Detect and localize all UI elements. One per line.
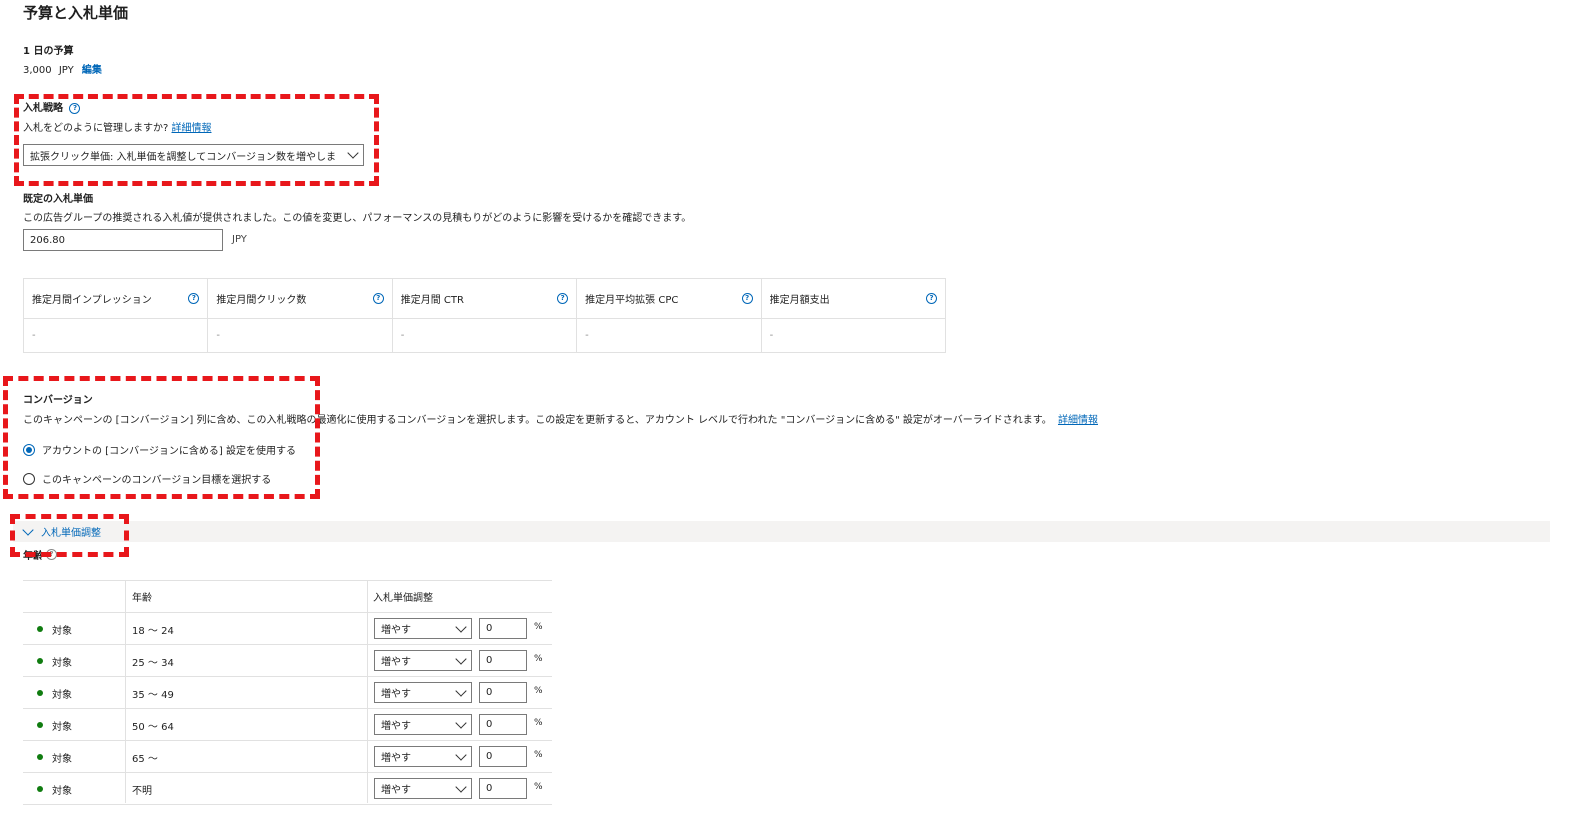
age-range: 不明: [132, 786, 152, 797]
adjustment-direction-select[interactable]: 増やす: [374, 778, 472, 799]
adjustment-direction-select[interactable]: 増やす: [374, 650, 472, 671]
chevron-down-icon: [455, 780, 467, 793]
estimates-header-row: 推定月間インプレッション ? 推定月間クリック数 ? 推定月間 CTR ? 推定…: [22, 278, 947, 319]
status-dot: [37, 690, 43, 696]
question-circle-icon[interactable]: ?: [372, 293, 384, 304]
age-column-header: 年齢: [132, 593, 152, 604]
adjustment-percent-input[interactable]: 0: [479, 650, 527, 671]
age-range: 25 〜 34: [132, 658, 174, 669]
highlight-box-bid-strategy: [14, 94, 379, 186]
chevron-down-icon: [455, 748, 467, 761]
chevron-down-icon: [455, 652, 467, 665]
highlight-box-bid-adjustments: [10, 514, 129, 557]
bid-adjustments-bar: [13, 521, 1550, 542]
estimates-value-row: - - - - -: [22, 318, 947, 353]
conversions-learn-more-link[interactable]: 詳細情報: [1058, 415, 1098, 426]
default-bid-currency: JPY: [232, 234, 247, 245]
daily-budget-label: 1 日の予算: [23, 46, 74, 57]
adjustment-percent-input[interactable]: 0: [479, 778, 527, 799]
status-label: 対象: [52, 658, 72, 669]
chevron-down-icon: [455, 684, 467, 697]
status-label: 対象: [52, 722, 72, 733]
status-label: 対象: [52, 786, 72, 797]
status-label: 対象: [52, 626, 72, 637]
status-dot: [37, 786, 43, 792]
question-circle-icon[interactable]: ?: [188, 293, 200, 304]
default-bid-label: 既定の入札単価: [23, 194, 93, 205]
age-table: 年齢 入札単価調整 対象 18 〜 24 増やす 0% 対象 25 〜 34 増やす 0% 対象…: [23, 580, 552, 805]
adjustment-percent-input[interactable]: 0: [479, 682, 527, 703]
status-label: 対象: [52, 754, 72, 765]
estimate-header-label: 推定月間 CTR: [400, 295, 464, 306]
adjustment-direction-select[interactable]: 増やす: [374, 682, 472, 703]
percent-unit: %: [534, 686, 543, 696]
percent-unit: %: [534, 622, 543, 632]
question-circle-icon[interactable]: ?: [926, 293, 937, 304]
adjustment-percent-input[interactable]: 0: [479, 618, 527, 639]
highlight-box-conversions: [3, 376, 320, 499]
age-range: 65 〜: [132, 754, 158, 765]
daily-budget-value: 3,000 JPY 編集: [23, 61, 102, 76]
chevron-down-icon: [455, 716, 467, 729]
percent-unit: %: [534, 654, 543, 664]
estimate-header-ctr: 推定月間 CTR ?: [391, 278, 578, 319]
adjustment-column-header: 入札単価調整: [373, 593, 433, 604]
status-dot: [37, 626, 43, 632]
estimate-value: -: [391, 318, 578, 353]
adjustment-direction-value: 増やす: [381, 753, 411, 764]
status-label: 対象: [52, 690, 72, 701]
percent-unit: %: [534, 718, 543, 728]
adjustment-direction-select[interactable]: 増やす: [374, 618, 472, 639]
column-divider: [367, 580, 368, 803]
estimates-table: 推定月間インプレッション ? 推定月間クリック数 ? 推定月間 CTR ? 推定…: [22, 278, 947, 353]
estimate-header-label: 推定月平均拡張 CPC: [585, 295, 679, 306]
adjustment-direction-select[interactable]: 増やす: [374, 746, 472, 767]
estimate-header-clicks: 推定月間クリック数 ?: [207, 278, 393, 319]
question-circle-icon[interactable]: ?: [557, 293, 569, 304]
budget-currency: JPY: [58, 65, 74, 76]
default-bid-description: この広告グループの推奨される入札値が提供されました。この値を変更し、パフォーマン…: [23, 213, 692, 224]
page-title: 予算と入札単価: [23, 4, 129, 22]
estimate-header-label: 推定月額支出: [769, 295, 830, 306]
age-range: 50 〜 64: [132, 722, 174, 733]
estimate-value: -: [576, 318, 762, 353]
adjustment-direction-value: 増やす: [381, 689, 411, 700]
adjustment-percent-input[interactable]: 0: [479, 714, 527, 735]
estimate-header-cpc: 推定月平均拡張 CPC ?: [576, 278, 762, 319]
age-table-row: 対象 25 〜 34 増やす 0%: [23, 644, 552, 676]
percent-unit: %: [534, 782, 543, 792]
chevron-down-icon: [455, 620, 467, 633]
adjustment-direction-value: 増やす: [381, 785, 411, 796]
adjustment-direction-value: 増やす: [381, 721, 411, 732]
age-table-row: 対象 35 〜 49 増やす 0%: [23, 676, 552, 708]
estimate-header-impressions: 推定月間インプレッション ?: [22, 278, 209, 319]
budget-amount: 3,000: [23, 65, 52, 76]
age-range: 18 〜 24: [132, 626, 174, 637]
adjustment-percent-input[interactable]: 0: [479, 746, 527, 767]
estimate-value: -: [207, 318, 393, 353]
column-divider: [125, 580, 126, 803]
question-circle-icon[interactable]: ?: [741, 293, 753, 304]
age-table-row: 対象 50 〜 64 増やす 0%: [23, 708, 552, 740]
estimate-value: -: [22, 318, 209, 353]
adjustment-direction-value: 増やす: [381, 625, 411, 636]
age-rows: 対象 18 〜 24 増やす 0% 対象 25 〜 34 増やす 0% 対象 35 〜 49 増やす…: [23, 612, 552, 805]
age-table-header: 年齢 入札単価調整: [23, 580, 552, 612]
adjustment-direction-select[interactable]: 増やす: [374, 714, 472, 735]
adjustment-direction-value: 増やす: [381, 657, 411, 668]
status-dot: [37, 722, 43, 728]
estimate-header-spend: 推定月額支出 ?: [760, 278, 947, 319]
budget-edit-link[interactable]: 編集: [82, 65, 102, 76]
age-table-row: 対象 65 〜 増やす 0%: [23, 740, 552, 772]
status-dot: [37, 754, 43, 760]
age-range: 35 〜 49: [132, 690, 174, 701]
estimate-header-label: 推定月間クリック数: [216, 295, 307, 306]
default-bid-input[interactable]: 206.80: [23, 229, 223, 251]
age-table-row: 対象 不明 増やす 0%: [23, 772, 552, 805]
estimate-header-label: 推定月間インプレッション: [32, 295, 152, 306]
status-dot: [37, 658, 43, 664]
age-table-row: 対象 18 〜 24 増やす 0%: [23, 612, 552, 644]
estimate-value: -: [760, 318, 947, 353]
percent-unit: %: [534, 750, 543, 760]
